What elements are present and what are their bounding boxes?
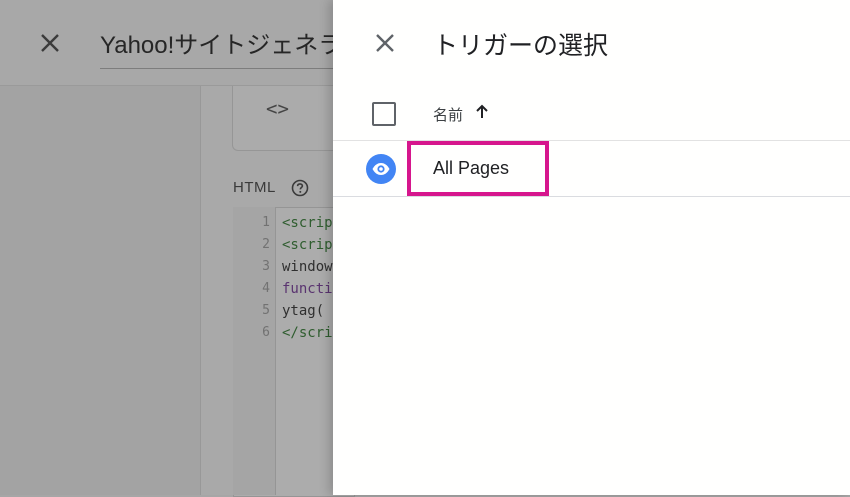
code-text: window [282, 259, 333, 275]
code-text: </script [282, 325, 334, 341]
close-icon[interactable] [371, 29, 399, 57]
line-number: 1 [262, 215, 270, 230]
code-text: function [282, 281, 334, 297]
line-number: 3 [262, 259, 270, 274]
html-label: HTML [233, 179, 276, 196]
name-column-header[interactable]: 名前 [433, 104, 463, 125]
trigger-type-badge [366, 154, 396, 184]
code-text: <script [282, 215, 334, 231]
arrow-up-icon[interactable] [473, 103, 491, 121]
eye-icon [372, 163, 390, 175]
trigger-selection-drawer: トリガーの選択 名前 All Pages [333, 0, 850, 495]
code-text: <script [282, 237, 334, 253]
tag-name-input[interactable]: Yahoo!サイトジェネラルタグ [100, 25, 340, 69]
code-text: ytag( [282, 303, 325, 319]
line-number: 4 [262, 281, 270, 296]
line-number: 2 [262, 237, 270, 252]
close-icon[interactable] [36, 29, 64, 57]
select-all-checkbox[interactable] [372, 102, 396, 126]
trigger-row[interactable]: All Pages [333, 141, 850, 197]
help-icon[interactable] [291, 179, 309, 197]
line-number: 5 [262, 303, 270, 318]
table-header: 名前 [333, 87, 850, 141]
code-icon: <> [266, 98, 289, 120]
drawer-title: トリガーの選択 [433, 32, 609, 60]
trigger-name: All Pages [433, 158, 510, 178]
line-number: 6 [262, 325, 270, 340]
